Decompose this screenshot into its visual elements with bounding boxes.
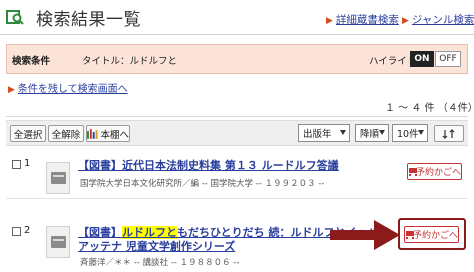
- divider: [6, 116, 468, 117]
- sort-order-value: 降順: [360, 129, 380, 140]
- deselect-all-button[interactable]: 全解除: [48, 125, 84, 142]
- result-number: 2: [24, 225, 31, 236]
- add-to-bookshelf-button[interactable]: 本棚へ: [86, 125, 130, 142]
- chevron-down-icon: [379, 130, 385, 135]
- result-details: 斉藤洋／＊＊ -- 講談社 -- １９８８０６ --: [80, 258, 240, 268]
- sort-apply-button[interactable]: [434, 125, 464, 142]
- book-thumbnail: [46, 226, 70, 258]
- per-page-select[interactable]: 10件: [392, 124, 428, 142]
- per-page-value: 10件: [397, 129, 419, 140]
- book-icon: [51, 236, 66, 248]
- result-number: 1: [24, 158, 31, 169]
- reserve-label: 予約かごへ: [412, 231, 458, 241]
- advanced-search-label: 詳細蔵書検索: [335, 14, 399, 26]
- title-divider: [0, 34, 474, 35]
- chevron-right-icon: ▶: [8, 85, 15, 95]
- bookshelf-icon: [87, 128, 98, 139]
- result-checkbox[interactable]: [12, 160, 21, 169]
- cart-icon: [405, 230, 414, 239]
- chevron-down-icon: [340, 130, 346, 135]
- back-to-search-link[interactable]: ▶ 条件を残して検索画面へ: [8, 80, 128, 95]
- book-thumbnail: [46, 162, 70, 194]
- chevron-down-icon: [418, 130, 424, 135]
- result-title: 近代日本法制史料集 第１３ ルードルフ答議: [122, 159, 339, 172]
- result-count: １ ～ ４ 件 （４件）: [385, 103, 474, 114]
- bookshelf-label: 本棚へ: [100, 129, 129, 141]
- pointer-arrow-icon: [330, 220, 400, 250]
- condition-label: 検索条件: [12, 56, 51, 67]
- reserve-cart-button[interactable]: 予約かごへ: [407, 163, 462, 180]
- cart-icon: [408, 167, 417, 176]
- highlight-on-button[interactable]: ON: [410, 51, 434, 67]
- highlight-off-button[interactable]: OFF: [435, 51, 461, 67]
- result-title-link[interactable]: 【図書】近代日本法制史料集 第１３ ルードルフ答議: [78, 157, 339, 173]
- chevron-right-icon: ▶: [326, 16, 333, 26]
- condition-value: タイトル：ルドルフと: [82, 56, 178, 67]
- reserve-label: 予約かごへ: [415, 168, 461, 178]
- advanced-search-link[interactable]: ▶ 詳細蔵書検索: [326, 12, 399, 27]
- sort-order-select[interactable]: 降順: [355, 124, 389, 142]
- row-divider: [6, 198, 468, 199]
- result-checkbox[interactable]: [12, 227, 21, 236]
- sort-field-value: 出版年: [303, 129, 332, 140]
- book-icon: [51, 172, 66, 184]
- result-type: 【図書】: [78, 159, 122, 172]
- search-list-icon: [6, 10, 24, 25]
- chevron-right-icon: ▶: [402, 16, 409, 26]
- result-details: 国学院大学日本文化研究所／編 -- 国学院大学 -- １９９２０３ --: [80, 179, 325, 189]
- sort-field-select[interactable]: 出版年: [298, 124, 350, 142]
- genre-search-label: ジャンル検索: [411, 14, 474, 26]
- select-all-button[interactable]: 全選択: [10, 125, 46, 142]
- result-title-line2[interactable]: アッテナ 児童文学創作シリーズ: [78, 238, 235, 254]
- sort-icon: [442, 128, 455, 139]
- genre-search-link[interactable]: ▶ ジャンル検索: [402, 12, 474, 27]
- reserve-cart-button[interactable]: 予約かごへ: [404, 226, 459, 243]
- back-to-search-label: 条件を残して検索画面へ: [17, 84, 128, 95]
- page-title: 検索結果一覧: [36, 10, 141, 30]
